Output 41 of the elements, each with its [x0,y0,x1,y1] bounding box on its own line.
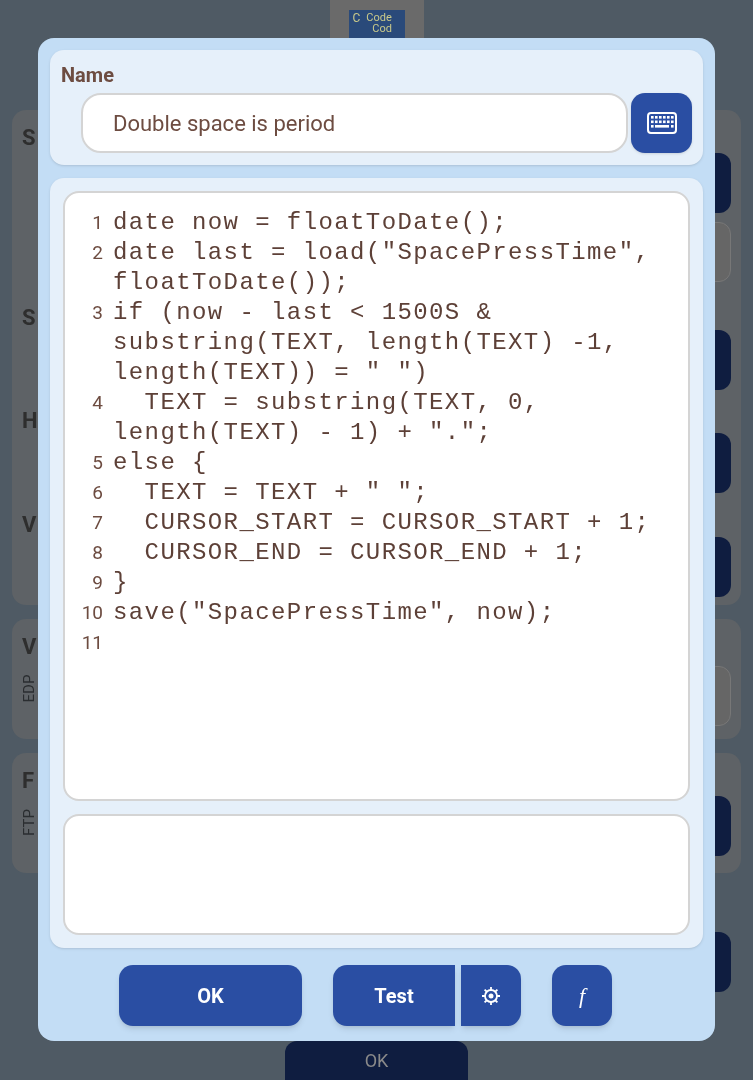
card-label: V [22,513,37,537]
code-line: if (now - last < 1500S & substring(TEXT, length(TEXT) -1, length(TEXT)) = " ") [113,298,620,388]
logo-text: Cod [372,23,392,34]
name-field[interactable]: Double space is period [81,93,629,153]
line-number: 7 [91,510,103,536]
gear-icon [481,985,501,1006]
test-button[interactable]: Test [333,965,455,1026]
line-number: 2 [91,240,103,266]
card-label: F [22,769,35,793]
keyboard-button[interactable] [631,93,692,153]
code-line: } [113,568,130,598]
code-line: save("SpacePressTime", now); [113,598,557,628]
line-number: 4 [91,390,103,416]
code-line: date last = load("SpacePressTime", floatToDate()); [113,238,652,298]
line-number: 11 [80,630,103,656]
logo-text: Code [366,12,392,23]
line-number: 1 [91,210,103,236]
background-button[interactable]: OK [285,1041,468,1080]
settings-button[interactable] [461,965,521,1026]
code-line: CURSOR_START = CURSOR_START + 1; [143,508,652,538]
line-number: 10 [80,600,103,626]
line-number: 8 [91,540,103,566]
function-button[interactable]: f [552,965,612,1026]
card-label: S [22,126,36,150]
card-label: V [22,635,37,659]
code-line: TEXT = TEXT + " "; [143,478,431,508]
line-number: 3 [91,300,103,326]
line-number: 5 [91,450,103,476]
code-line: CURSOR_END = CURSOR_END + 1; [143,538,589,568]
code-line: TEXT = substring(TEXT, 0, length(TEXT) - 1) + "."; [113,388,541,448]
line-number: 9 [91,570,103,596]
card-label: H [22,409,38,433]
ok-button[interactable]: OK [119,965,302,1026]
code-editor[interactable] [63,191,690,802]
code-line: date now = floatToDate(); [113,208,510,238]
line-number: 6 [91,480,103,506]
name-label: Name [61,62,115,88]
code-line: else { [113,448,209,478]
logo-text: C [352,12,361,27]
keyboard-icon [646,112,677,134]
card-label: S [22,306,36,330]
